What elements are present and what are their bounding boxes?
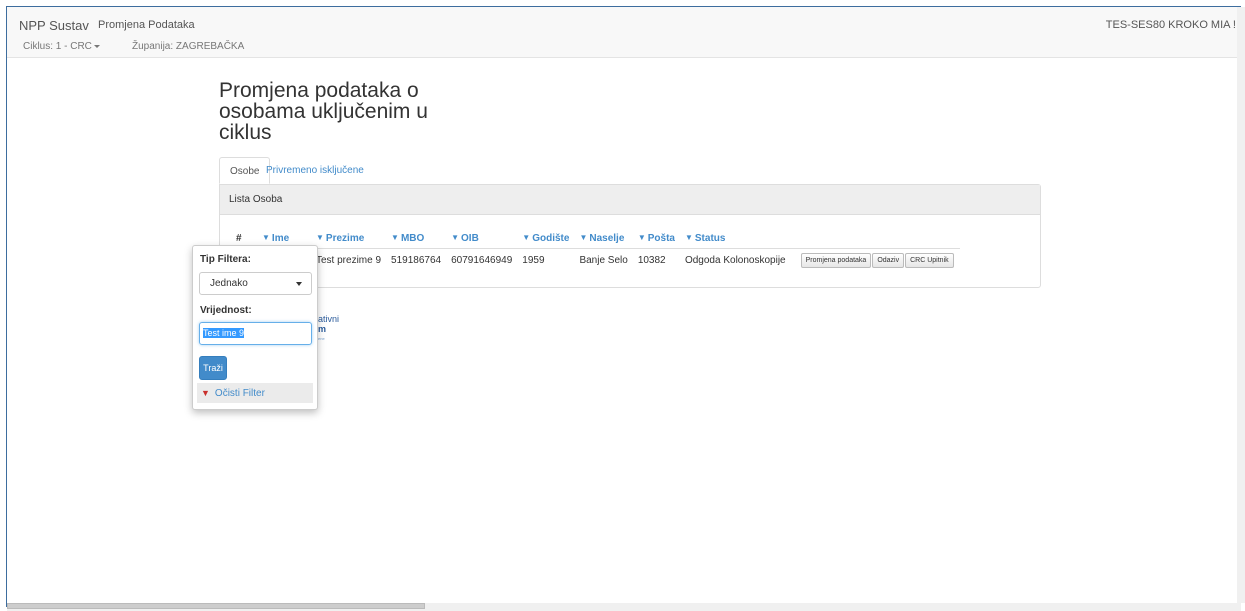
cell-status: Odgoda Kolonoskopije [684,254,786,266]
persons-panel: Lista Osoba # ▼ Ime ▼ Prezime ▼ MBO ▼ OIB ▼ G… [219,184,1041,288]
cell-actions: Promjena podataka Odaziv CRC Upitnik [791,249,960,272]
clear-filter-icon: ▼ [201,388,210,398]
filter-value-label: Vrijednost: [200,305,252,316]
cell-mbo: 519186764 [391,254,442,266]
table-header-row: # ▼ Ime ▼ Prezime ▼ MBO ▼ OIB ▼ Godište ▼ Nase… [231,228,960,249]
panel-heading: Lista Osoba [220,185,1040,215]
filter-value-text: Test ime 9 [203,328,245,338]
caret-down-icon [296,282,302,286]
filter-icon[interactable]: ▼ [579,233,587,242]
column-header-mbo[interactable]: ▼ MBO [386,228,447,249]
column-header-prezime[interactable]: ▼ Prezime [311,228,387,249]
filter-type-label: Tip Filtera: [200,254,251,265]
filter-icon[interactable]: ▼ [638,233,646,242]
table-row: Test prezime 9 519186764 60791646949 195… [231,249,960,272]
caret-down-icon [93,44,100,48]
vertical-scrollbar[interactable] [1237,7,1245,603]
filter-icon[interactable]: ▼ [391,233,399,242]
odaziv-button[interactable]: Odaziv [872,252,905,268]
promjena-podataka-button[interactable]: Promjena podataka [800,252,872,268]
tab-privremeno-iskljucene[interactable]: Privremeno isključene [256,157,374,184]
user-name[interactable]: TES-SES80 KROKO MIA ! [1106,19,1236,31]
nav-current-page[interactable]: Promjena Podataka [98,19,195,31]
brand-link[interactable]: NPP Sustav [19,18,89,33]
cell-prezime: Test prezime 9 [316,254,382,266]
filter-value-input[interactable]: Test ime 9 [199,322,312,345]
zupanija-label: Županija: ZAGREBAČKA [132,41,245,52]
column-header-naselje[interactable]: ▼ Naselje [574,228,633,249]
logo-fragment: ativni m ene [318,314,340,341]
filter-type-select[interactable]: Jednako [199,272,312,295]
horizontal-scrollbar[interactable] [7,603,1241,611]
cell-oib: 60791646949 [451,254,513,266]
filter-type-value: Jednako [210,278,248,289]
column-header-status[interactable]: ▼ Status [679,228,791,249]
column-header-oib[interactable]: ▼ OIB [446,228,518,249]
ciklus-dropdown[interactable]: Ciklus: 1 - CRC [23,41,100,52]
cell-godiste: 1959 [522,254,545,266]
top-navbar: NPP Sustav Promjena Podataka TES-SES80 K… [7,7,1241,58]
persons-table: # ▼ Ime ▼ Prezime ▼ MBO ▼ OIB ▼ Godište ▼ Nase… [231,228,960,271]
column-header-actions [790,228,960,249]
filter-popup: Tip Filtera: Jednako Vrijednost: Test im… [192,245,318,410]
filter-icon[interactable]: ▼ [522,233,530,242]
column-header-godiste[interactable]: ▼ Godište [517,228,575,249]
clear-filter-button[interactable]: ▼ Očisti Filter [197,383,313,403]
page-title: Promjena podataka o osobama uključenim u… [219,79,428,144]
horizontal-scroll-thumb[interactable] [7,603,425,609]
cell-naselje: Banje Selo [579,254,628,266]
ciklus-label: Ciklus: 1 - CRC [23,41,92,52]
cell-posta: 10382 [637,254,666,266]
clear-filter-label: Očisti Filter [214,388,265,399]
search-button[interactable]: Traži [199,356,227,380]
crc-upitnik-button[interactable]: CRC Upitnik [905,252,954,268]
filter-icon[interactable]: ▼ [316,233,324,242]
filter-icon[interactable]: ▼ [451,233,459,242]
filter-icon[interactable]: ▼ [262,233,270,242]
filter-icon[interactable]: ▼ [685,233,693,242]
column-header-posta[interactable]: ▼ Pošta [632,228,680,249]
